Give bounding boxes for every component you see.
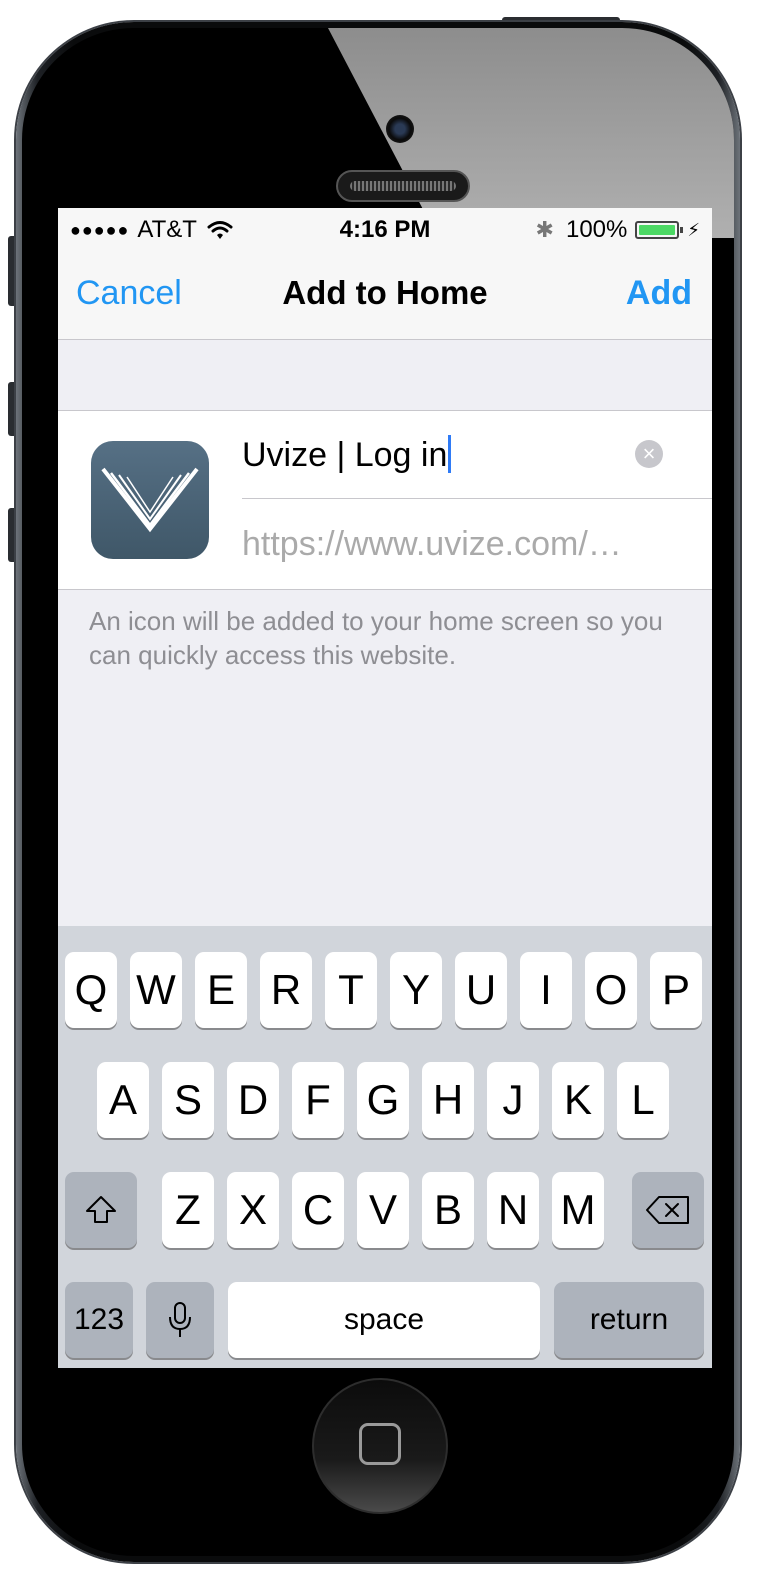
delete-key[interactable] bbox=[632, 1172, 704, 1248]
return-key[interactable]: return bbox=[554, 1282, 704, 1358]
front-camera-icon bbox=[386, 115, 414, 143]
clear-icon[interactable]: × bbox=[635, 440, 663, 468]
key-e[interactable]: E bbox=[195, 952, 247, 1028]
battery-fill bbox=[639, 225, 676, 235]
key-y[interactable]: Y bbox=[390, 952, 442, 1028]
key-x[interactable]: X bbox=[227, 1172, 279, 1248]
uvize-app-icon bbox=[91, 441, 209, 559]
status-bar: ●●●●● AT&T 4:16 PM ✱ 100% ⚡ bbox=[58, 208, 712, 252]
key-i[interactable]: I bbox=[520, 952, 572, 1028]
numbers-key[interactable]: 123 bbox=[65, 1282, 133, 1358]
home-button[interactable] bbox=[312, 1378, 448, 1514]
key-u[interactable]: U bbox=[455, 952, 507, 1028]
key-r[interactable]: R bbox=[260, 952, 312, 1028]
shift-key[interactable] bbox=[65, 1172, 137, 1248]
key-d[interactable]: D bbox=[227, 1062, 279, 1138]
battery-icon bbox=[635, 221, 684, 239]
key-w[interactable]: W bbox=[130, 952, 182, 1028]
key-q[interactable]: Q bbox=[65, 952, 117, 1028]
shift-icon bbox=[86, 1195, 116, 1223]
charging-bolt-icon: ⚡ bbox=[687, 219, 700, 240]
add-button[interactable]: Add bbox=[626, 274, 692, 313]
key-z[interactable]: Z bbox=[162, 1172, 214, 1248]
battery-percent: 100% bbox=[565, 216, 628, 243]
status-right: ✱ 100% ⚡ bbox=[536, 216, 700, 244]
text-caret bbox=[448, 435, 452, 473]
book-logo-icon bbox=[101, 467, 199, 533]
page-title: Add to Home bbox=[282, 274, 488, 311]
key-p[interactable]: P bbox=[650, 952, 702, 1028]
home-square-icon bbox=[359, 1423, 401, 1465]
title-input[interactable]: Uvize | Log in × bbox=[242, 411, 712, 499]
key-k[interactable]: K bbox=[552, 1062, 604, 1138]
helper-text: An icon will be added to your home scree… bbox=[89, 606, 663, 670]
key-s[interactable]: S bbox=[162, 1062, 214, 1138]
key-h[interactable]: H bbox=[422, 1062, 474, 1138]
navigation-bar: Cancel Add to Home Add bbox=[58, 252, 712, 340]
add-to-home-form: Uvize | Log in × https://www.uvize.com/… bbox=[58, 410, 712, 590]
dictation-key[interactable] bbox=[146, 1282, 214, 1358]
key-b[interactable]: B bbox=[422, 1172, 474, 1248]
url-field: https://www.uvize.com/… bbox=[242, 525, 622, 563]
title-input-value: Uvize | Log in bbox=[242, 436, 448, 474]
key-f[interactable]: F bbox=[292, 1062, 344, 1138]
screen: ●●●●● AT&T 4:16 PM ✱ 100% ⚡ Cancel Add t… bbox=[58, 208, 712, 1368]
key-l[interactable]: L bbox=[617, 1062, 669, 1138]
title-input-text[interactable]: Uvize | Log in bbox=[242, 435, 452, 475]
earpiece-speaker bbox=[336, 170, 470, 202]
space-key[interactable]: space bbox=[228, 1282, 540, 1358]
microphone-icon bbox=[169, 1301, 191, 1337]
backspace-icon bbox=[646, 1195, 689, 1224]
keyboard: Q W E R T Y U I O P A S D F G H J K L Z … bbox=[58, 926, 712, 1368]
bluetooth-icon: ✱ bbox=[535, 217, 554, 242]
key-n[interactable]: N bbox=[487, 1172, 539, 1248]
key-v[interactable]: V bbox=[357, 1172, 409, 1248]
key-g[interactable]: G bbox=[357, 1062, 409, 1138]
key-c[interactable]: C bbox=[292, 1172, 344, 1248]
key-a[interactable]: A bbox=[97, 1062, 149, 1138]
key-m[interactable]: M bbox=[552, 1172, 604, 1248]
key-j[interactable]: J bbox=[487, 1062, 539, 1138]
key-o[interactable]: O bbox=[585, 952, 637, 1028]
key-t[interactable]: T bbox=[325, 952, 377, 1028]
